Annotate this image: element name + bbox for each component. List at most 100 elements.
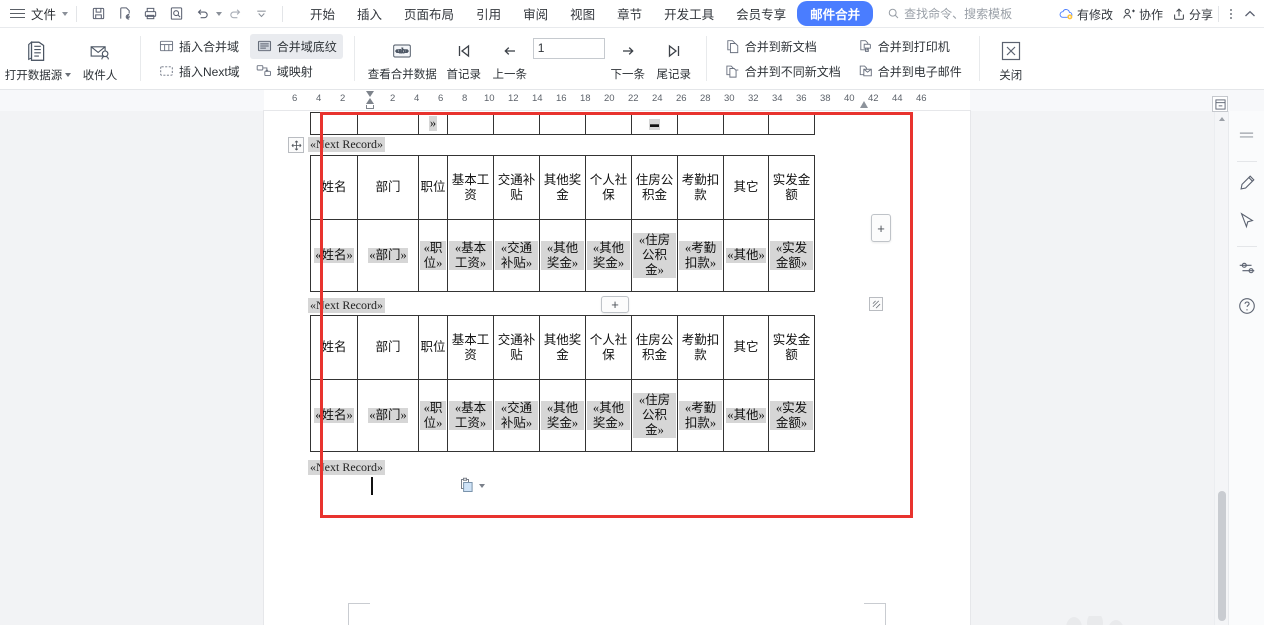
cloud-status-button[interactable]: 有修改 (1059, 6, 1113, 23)
ruler-tick: 16 (556, 93, 567, 104)
paste-options-icon[interactable] (458, 476, 485, 496)
table-row[interactable]: «姓名» «部门» «职位» «基本工资» «交通补贴» «其他奖金» «其他奖… (310, 379, 815, 452)
table-move-handle-icon[interactable] (288, 137, 304, 153)
header-cell: 交通补贴 (493, 315, 540, 380)
last-record-button[interactable]: 尾记录 (651, 28, 697, 89)
cursor-select-icon[interactable] (1233, 204, 1261, 238)
tab-member[interactable]: 会员专享 (725, 1, 797, 26)
indent-marker[interactable] (366, 91, 375, 109)
first-record-icon (454, 36, 474, 66)
view-options-badge[interactable] (1212, 96, 1228, 112)
payroll-table-1[interactable]: 姓名 部门 职位 基本工资 交通补贴 其他奖金 个人社保 住房公积金 考勤扣款 … (310, 155, 815, 292)
ruler-tick: 44 (892, 93, 903, 104)
tab-dev-tools[interactable]: 开发工具 (653, 1, 725, 26)
add-column-button[interactable]: + (871, 214, 891, 242)
chevron-down-icon[interactable] (479, 484, 485, 488)
undo-dropdown-icon[interactable] (216, 11, 223, 16)
right-task-sidebar (1228, 111, 1264, 625)
scrollbar-thumb[interactable] (1218, 491, 1226, 621)
merge-to-printer-button[interactable]: 合并到打印机 (851, 34, 968, 59)
merge-field-cell: «考勤扣款» (677, 219, 724, 292)
table-partial-top[interactable]: » ▬ (310, 112, 815, 135)
add-row-button[interactable]: + (601, 296, 629, 313)
save-icon[interactable] (87, 4, 109, 24)
chevron-up-icon[interactable] (1242, 6, 1258, 22)
first-record-button[interactable]: 首记录 (441, 28, 487, 89)
search-icon (888, 8, 899, 19)
view-merged-data-button[interactable]: «ab» 查看合并数据 (364, 28, 441, 89)
document-page[interactable]: » ▬ «Next Record» 姓名 部门 职位 基本工资 交通补贴 其他奖… (264, 111, 970, 625)
merge-to-separate-docs-icon (724, 63, 741, 79)
chevron-down-icon[interactable] (62, 11, 69, 16)
search-placeholder: 查找命令、搜索模板 (904, 7, 1013, 21)
field-mapping-button[interactable]: 域映射 (250, 59, 343, 84)
table-header-row[interactable]: 姓名 部门 职位 基本工资 交通补贴 其他奖金 个人社保 住房公积金 考勤扣款 … (310, 315, 815, 380)
close-mail-merge-button[interactable]: 关闭 (989, 28, 1033, 89)
recipients-button[interactable]: 收件人 (69, 28, 131, 89)
menu-lines-icon[interactable] (1233, 119, 1261, 153)
tab-review[interactable]: 审阅 (512, 1, 559, 26)
ruler-tick: 4 (414, 93, 420, 104)
merge-field-shading-button[interactable]: 合并域底纹 (249, 33, 343, 59)
merge-field-cell: «职位» (418, 379, 448, 452)
tab-insert[interactable]: 插入 (346, 1, 393, 26)
ruler-tick: 14 (532, 93, 543, 104)
ruler-tick: 2 (340, 93, 346, 104)
collaborate-label: 协作 (1138, 7, 1163, 22)
more-dots-icon[interactable] (1224, 6, 1238, 22)
search-input[interactable]: 查找命令、搜索模板 (887, 5, 1012, 22)
merge-field-shading-icon (256, 38, 273, 54)
pen-tool-icon[interactable] (1233, 166, 1261, 200)
ruler-tick: 10 (484, 93, 495, 104)
insert-merge-field-label: 插入合并域 (179, 39, 240, 54)
tab-view[interactable]: 视图 (559, 1, 606, 26)
next-record-button[interactable]: 下一条 (605, 28, 651, 89)
print-icon[interactable] (139, 4, 161, 24)
table-row[interactable]: » ▬ (310, 112, 815, 135)
insert-merge-field-button[interactable]: 插入合并域 (152, 34, 246, 59)
share-button[interactable]: 分享 (1172, 6, 1213, 23)
tab-references[interactable]: 引用 (465, 1, 512, 26)
redo-icon[interactable] (224, 4, 246, 24)
tab-sections[interactable]: 章节 (606, 1, 653, 26)
table-row[interactable]: «姓名» «部门» «职位» «基本工资» «交通补贴» «其他奖金» «其他奖… (310, 219, 815, 292)
tab-page-layout[interactable]: 页面布局 (393, 1, 465, 26)
right-indent-marker[interactable] (860, 101, 868, 108)
table-header-row[interactable]: 姓名 部门 职位 基本工资 交通补贴 其他奖金 个人社保 住房公积金 考勤扣款 … (310, 155, 815, 220)
tab-start[interactable]: 开始 (299, 1, 346, 26)
previous-record-button[interactable]: 上一条 (487, 28, 533, 89)
next-record-marker: «Next Record» (308, 298, 385, 313)
open-datasource-button[interactable]: 打开数据源 (5, 28, 72, 89)
merge-field-cell: «其他奖金» (585, 379, 632, 452)
collaborate-button[interactable]: 协作 (1122, 6, 1163, 23)
scroll-up-arrow-icon[interactable] (1219, 117, 1225, 121)
insert-next-field-button[interactable]: 插入Next域 (152, 59, 246, 84)
header-cell: 其它 (723, 155, 769, 220)
file-menu-button[interactable]: 文件 (31, 4, 56, 23)
settings-sliders-icon[interactable] (1233, 251, 1261, 285)
help-circle-icon[interactable] (1233, 289, 1261, 323)
tab-mail-merge[interactable]: 邮件合并 (797, 1, 874, 26)
ruler-tick: 26 (676, 93, 687, 104)
table-resize-handle-icon[interactable] (869, 297, 883, 311)
find-icon[interactable] (165, 4, 187, 24)
merge-to-separate-docs-button[interactable]: 合并到不同新文档 (718, 59, 847, 84)
merge-to-separate-docs-label: 合并到不同新文档 (744, 64, 841, 79)
undo-icon[interactable] (191, 4, 213, 24)
partial-field-cell: » (418, 112, 448, 135)
merge-to-email-button[interactable]: 合并到电子邮件 (851, 59, 968, 84)
merge-to-email-icon (857, 63, 874, 79)
ruler-tick: 8 (462, 93, 468, 104)
horizontal-ruler[interactable]: 6 4 2 2 4 6 8 10 12 14 16 18 20 22 24 26… (264, 90, 970, 111)
vertical-scrollbar[interactable] (1214, 111, 1228, 625)
merge-to-new-doc-button[interactable]: 合并到新文档 (718, 34, 847, 59)
ribbon-group-finish: 合并到新文档 合并到不同新文档 合并到打印机 合并到电子邮件 (709, 28, 977, 89)
ruler-tick: 6 (292, 93, 298, 104)
customize-icon[interactable] (250, 4, 272, 24)
close-x-icon (999, 37, 1023, 65)
next-record-marker: «Next Record» (308, 460, 385, 475)
payroll-table-2[interactable]: 姓名 部门 职位 基本工资 交通补贴 其他奖金 个人社保 住房公积金 考勤扣款 … (310, 315, 815, 452)
print-preview-icon[interactable] (113, 4, 135, 24)
record-number-input[interactable]: 1 (532, 38, 605, 59)
hamburger-icon[interactable] (10, 8, 26, 20)
